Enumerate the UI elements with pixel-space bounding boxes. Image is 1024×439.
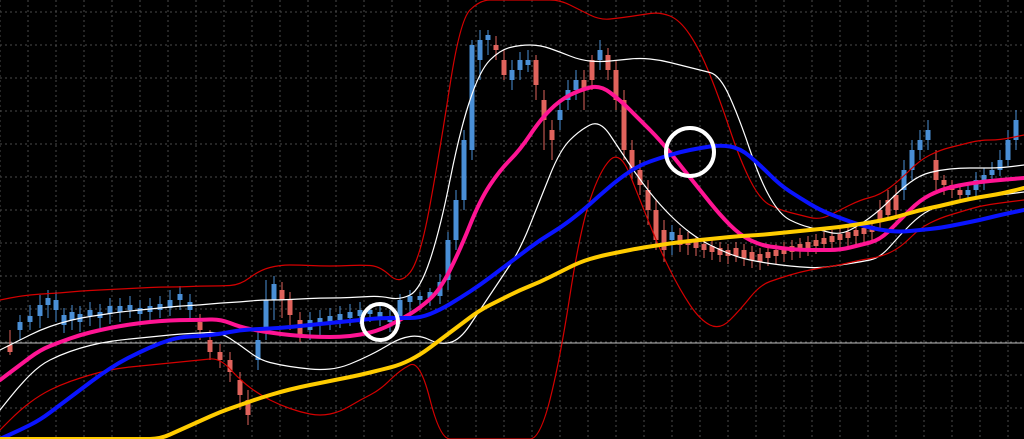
candle-body [925, 130, 931, 140]
candle-body [933, 160, 939, 180]
candle-body [749, 252, 755, 260]
candle-body [917, 140, 923, 150]
candle-body [773, 250, 779, 256]
candle-body [407, 296, 413, 302]
chart-container [0, 0, 1024, 439]
candle-body [53, 300, 59, 310]
candle-body [27, 316, 33, 322]
candle-body [69, 312, 75, 320]
candle-body [237, 380, 243, 395]
candle-body [661, 230, 667, 250]
candle-body [1005, 140, 1011, 160]
candle-body [981, 175, 987, 180]
candle-body [17, 322, 23, 330]
candle-body [271, 284, 277, 300]
candle-body [45, 298, 51, 305]
candle-body [517, 60, 523, 70]
candle-body [197, 322, 203, 330]
candle-body [765, 252, 771, 258]
candle-body [845, 232, 851, 238]
candle-body [989, 170, 995, 175]
candle-body [461, 140, 467, 200]
candle-body [821, 238, 827, 244]
candle-body [965, 190, 971, 195]
candle-body [279, 290, 285, 300]
candle-body [485, 35, 491, 40]
candle-body [207, 340, 213, 352]
candle-body [669, 232, 675, 240]
candle-body [263, 300, 269, 330]
candle-body [217, 352, 223, 360]
candle-body [37, 305, 43, 316]
candle-body [525, 60, 531, 65]
candle-body [997, 160, 1003, 170]
candle-body [813, 240, 819, 246]
candle-body [533, 60, 539, 85]
candle-body [61, 315, 67, 325]
candle-body [557, 110, 563, 120]
candle-body [337, 314, 343, 320]
candle-body [829, 236, 835, 242]
candle-body [573, 80, 579, 90]
candle-body [347, 312, 353, 318]
candle-body [757, 254, 763, 262]
candle-body [127, 305, 133, 310]
candle-body [117, 306, 123, 312]
candle-body [177, 294, 183, 300]
candle-body [805, 242, 811, 248]
candle-body [853, 230, 859, 236]
candle-body [397, 300, 403, 316]
candle-body [417, 296, 423, 300]
candle-body [589, 60, 595, 80]
candle-body [549, 130, 555, 140]
candle-body [605, 55, 611, 70]
candle-body [493, 45, 499, 50]
candle-body [701, 244, 707, 250]
candle-body [941, 180, 947, 185]
candle-body [861, 228, 867, 234]
candle-body [157, 304, 163, 310]
candle-body [287, 300, 293, 315]
candle-body [957, 190, 963, 195]
candle-body [477, 40, 483, 60]
candle-body [137, 308, 143, 314]
candle-body [693, 242, 699, 248]
candle-body [87, 310, 93, 316]
candle-body [597, 50, 603, 60]
candle-body [893, 195, 899, 210]
candle-body [509, 70, 515, 80]
candle-body [501, 60, 507, 75]
candle-body [837, 234, 843, 240]
candle-body [733, 248, 739, 256]
candle-body [741, 250, 747, 258]
candle-body [453, 200, 459, 240]
price-chart [0, 0, 1024, 439]
